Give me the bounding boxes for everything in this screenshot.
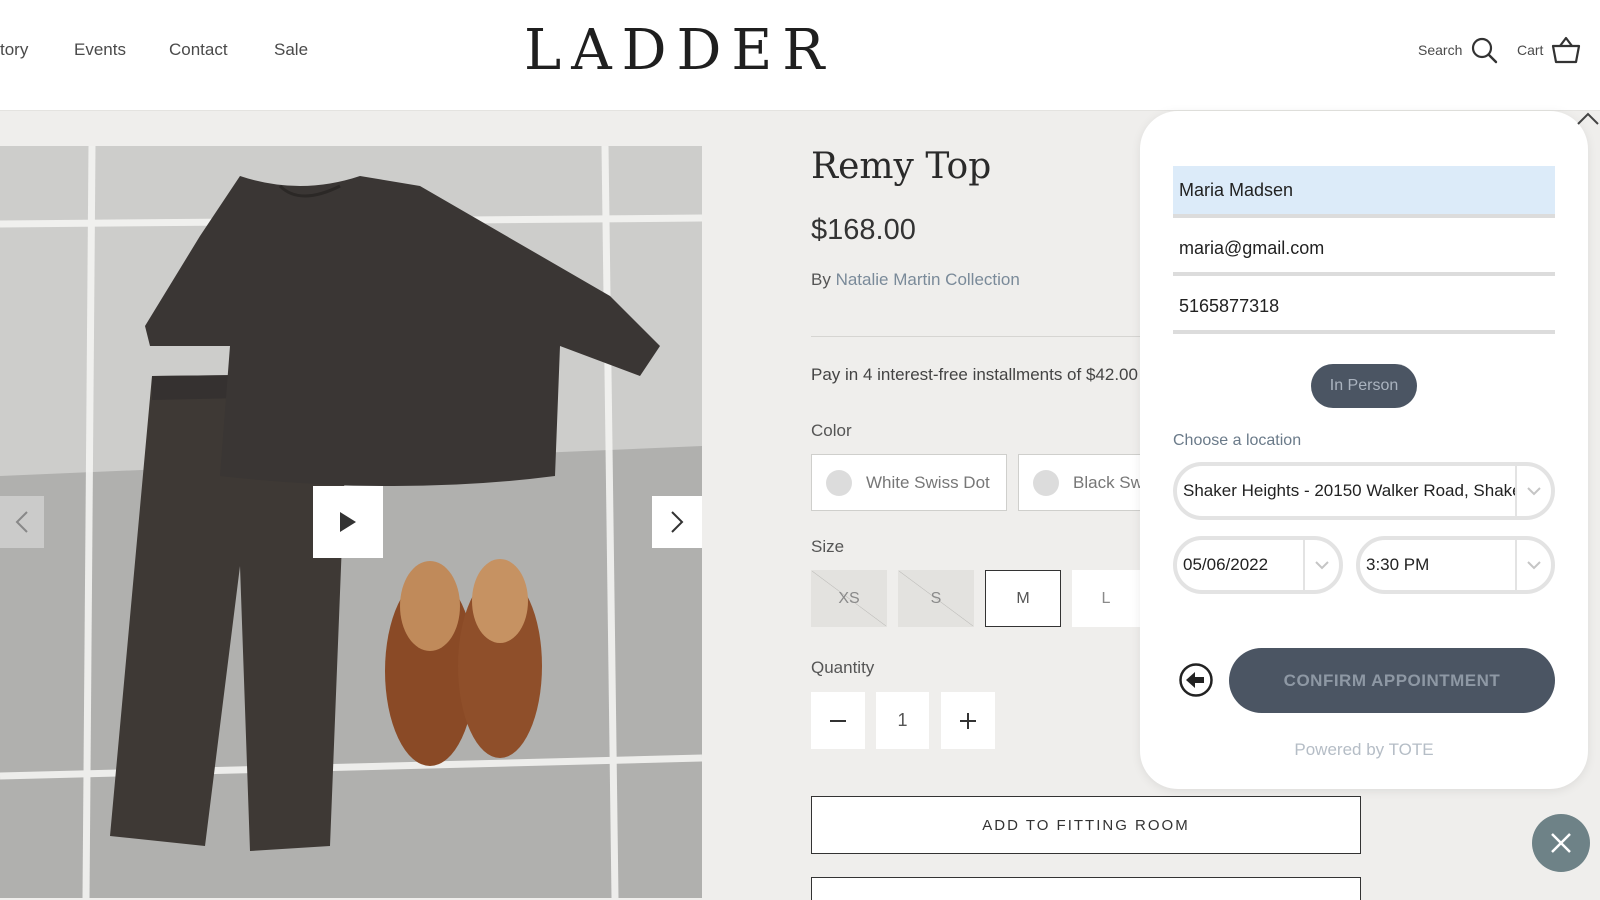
location-dropdown-caret: [1515, 466, 1551, 516]
size-option-l[interactable]: L: [1072, 570, 1140, 627]
color-swatch: [826, 469, 852, 496]
color-option-label: White Swiss Dot: [866, 472, 990, 492]
color-option-black-swiss-dot[interactable]: Black Sw: [1018, 454, 1140, 511]
product-price: $168.00: [811, 214, 916, 246]
close-widget-button[interactable]: [1532, 814, 1590, 872]
chevron-right-icon: [671, 511, 684, 533]
play-icon: [340, 512, 356, 532]
site-header: tory Events Contact Sale LADDER Search C…: [0, 0, 1600, 111]
product-title: Remy Top: [811, 146, 992, 187]
product-byline: By Natalie Martin Collection: [811, 270, 1020, 290]
search-label: Search: [1418, 42, 1463, 58]
size-option-m[interactable]: M: [985, 570, 1061, 627]
site-logo[interactable]: LADDER: [524, 18, 834, 83]
location-select[interactable]: Shaker Heights - 20150 Walker Road, Shak…: [1173, 462, 1555, 520]
cart-label: Cart: [1517, 42, 1544, 58]
in-person-toggle[interactable]: In Person: [1311, 364, 1417, 408]
nav-item-sale[interactable]: Sale: [274, 40, 308, 60]
plus-icon: [960, 712, 976, 729]
name-field[interactable]: Maria Madsen: [1173, 166, 1555, 218]
color-option-label: Black Sw: [1073, 472, 1140, 492]
cart-basket-icon: [1552, 36, 1581, 64]
time-dropdown-caret: [1515, 540, 1551, 590]
add-to-cart-button[interactable]: [811, 877, 1361, 900]
date-select[interactable]: 05/06/2022: [1173, 536, 1343, 594]
chevron-down-icon: [1527, 487, 1541, 496]
confirm-appointment-button[interactable]: CONFIRM APPOINTMENT: [1229, 648, 1555, 713]
minus-icon: [830, 719, 846, 722]
brand-link[interactable]: Natalie Martin Collection: [836, 270, 1020, 289]
email-field[interactable]: maria@gmail.com: [1173, 224, 1555, 276]
quantity-label: Quantity: [811, 658, 875, 677]
add-to-fitting-room-button[interactable]: ADD TO FITTING ROOM: [811, 796, 1361, 854]
nav-item-story[interactable]: tory: [0, 40, 28, 60]
size-option-s[interactable]: S: [898, 570, 974, 627]
time-select[interactable]: 3:30 PM: [1356, 536, 1555, 594]
info-divider: [811, 336, 1141, 337]
powered-by-text: Powered by TOTE: [1294, 740, 1434, 759]
search-link[interactable]: Search: [1418, 36, 1498, 64]
chevron-down-icon: [1527, 561, 1541, 570]
video-play-button[interactable]: [313, 486, 383, 558]
quantity-increase-button[interactable]: [941, 692, 995, 749]
product-image-gallery[interactable]: [0, 146, 702, 898]
close-icon: [1551, 833, 1571, 853]
installments-text: Pay in 4 interest-free installments of $…: [811, 365, 1138, 384]
location-select-value: Shaker Heights - 20150 Walker Road, Shak…: [1183, 481, 1515, 500]
color-label: Color: [811, 421, 852, 440]
color-swatch: [1033, 469, 1059, 496]
back-arrow-icon[interactable]: [1178, 662, 1214, 698]
gallery-next-button[interactable]: [652, 496, 702, 548]
nav-item-contact[interactable]: Contact: [169, 40, 228, 60]
time-select-value: 3:30 PM: [1366, 555, 1430, 574]
choose-location-label: Choose a location: [1173, 432, 1302, 449]
size-option-xs[interactable]: XS: [811, 570, 887, 627]
color-option-white-swiss-dot[interactable]: White Swiss Dot: [811, 454, 1007, 511]
phone-field[interactable]: 5165877318: [1173, 282, 1555, 334]
chevron-up-icon[interactable]: [1576, 112, 1600, 126]
chevron-left-icon: [15, 511, 28, 533]
cart-link[interactable]: Cart: [1517, 36, 1581, 64]
chevron-down-icon: [1315, 561, 1329, 570]
quantity-decrease-button[interactable]: [811, 692, 865, 749]
size-label: Size: [811, 537, 845, 556]
date-dropdown-caret: [1303, 540, 1339, 590]
search-icon: [1472, 37, 1498, 64]
quantity-input[interactable]: 1: [876, 692, 929, 749]
date-select-value: 05/06/2022: [1183, 555, 1269, 574]
by-prefix: By: [811, 270, 831, 289]
gallery-prev-button[interactable]: [0, 496, 44, 548]
nav-item-events[interactable]: Events: [74, 40, 126, 60]
